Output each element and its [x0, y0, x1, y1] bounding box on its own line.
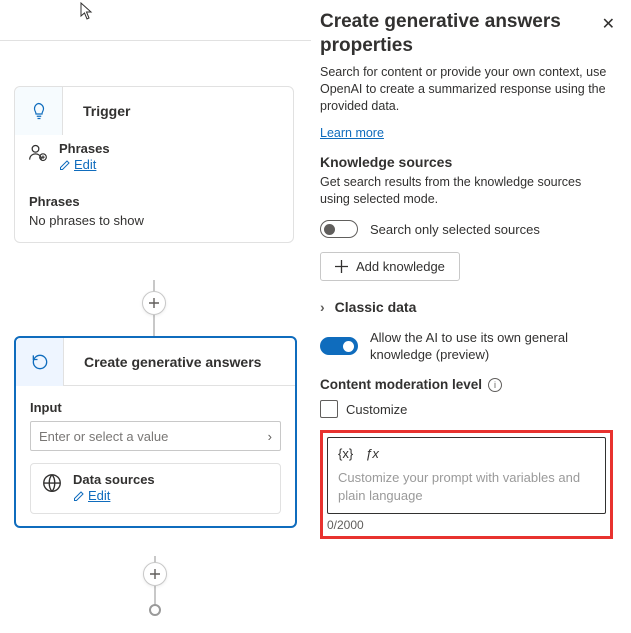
search-selected-toggle[interactable]	[320, 220, 358, 238]
end-node	[149, 604, 161, 616]
chevron-right-icon: ›	[268, 429, 272, 444]
phrases-heading: Phrases	[29, 194, 279, 209]
formula-button[interactable]: ƒx	[365, 446, 379, 461]
canvas-divider	[0, 40, 311, 41]
phrases-icon	[27, 141, 49, 163]
allow-ai-toggle[interactable]	[320, 337, 358, 355]
prompt-input[interactable]: {x} ƒx Customize your prompt with variab…	[327, 437, 606, 514]
close-button[interactable]: ✕	[602, 14, 615, 34]
pencil-icon	[73, 490, 85, 502]
trigger-card[interactable]: Trigger Phrases Edit Phrases No phrases …	[14, 86, 294, 243]
learn-more-link[interactable]: Learn more	[320, 126, 384, 140]
connector	[154, 586, 156, 605]
plus-icon	[148, 297, 160, 309]
trigger-icon	[15, 87, 63, 135]
pencil-icon	[59, 159, 71, 171]
allow-ai-label: Allow the AI to use its own general know…	[370, 329, 613, 363]
phrases-empty: No phrases to show	[29, 213, 279, 228]
info-icon[interactable]: i	[488, 378, 502, 392]
customize-checkbox[interactable]	[320, 400, 338, 418]
edit-data-sources-link[interactable]: Edit	[73, 488, 110, 503]
variable-button[interactable]: {x}	[338, 446, 353, 461]
generative-title: Create generative answers	[64, 354, 261, 370]
search-selected-label: Search only selected sources	[370, 221, 540, 238]
trigger-title: Trigger	[63, 103, 130, 119]
highlighted-region: {x} ƒx Customize your prompt with variab…	[320, 430, 613, 539]
knowledge-sources-heading: Knowledge sources	[320, 154, 613, 170]
content-moderation-label: Content moderation level	[320, 377, 482, 392]
prompt-placeholder: Customize your prompt with variables and…	[338, 469, 595, 505]
panel-description: Search for content or provide your own c…	[320, 64, 613, 115]
add-knowledge-button[interactable]: Add knowledge	[320, 252, 460, 281]
data-sources-row[interactable]: Data sources Edit	[30, 463, 281, 514]
generative-card[interactable]: Create generative answers Input Enter or…	[14, 336, 297, 528]
connector	[153, 315, 155, 338]
char-counter: 0/2000	[327, 518, 606, 532]
phrases-label: Phrases	[59, 141, 110, 156]
customize-label: Customize	[346, 402, 407, 417]
input-field[interactable]: Enter or select a value ›	[30, 421, 281, 451]
phrases-row[interactable]: Phrases Edit	[15, 135, 293, 182]
plus-icon	[149, 568, 161, 580]
data-sources-label: Data sources	[73, 472, 155, 487]
globe-icon	[41, 472, 63, 497]
input-label: Input	[16, 386, 295, 421]
edit-phrases-link[interactable]: Edit	[59, 157, 96, 172]
properties-panel: ✕ Create generative answers properties S…	[316, 0, 631, 633]
chevron-right-icon: ›	[320, 299, 325, 315]
input-placeholder: Enter or select a value	[39, 429, 168, 444]
panel-title: Create generative answers properties	[320, 10, 613, 58]
generative-icon	[16, 338, 64, 386]
classic-data-toggle[interactable]: › Classic data	[320, 299, 613, 315]
add-node-button[interactable]	[142, 291, 166, 315]
plus-icon	[335, 260, 348, 273]
knowledge-sources-desc: Get search results from the knowledge so…	[320, 174, 613, 208]
add-node-button[interactable]	[143, 562, 167, 586]
cursor-icon	[80, 2, 94, 23]
